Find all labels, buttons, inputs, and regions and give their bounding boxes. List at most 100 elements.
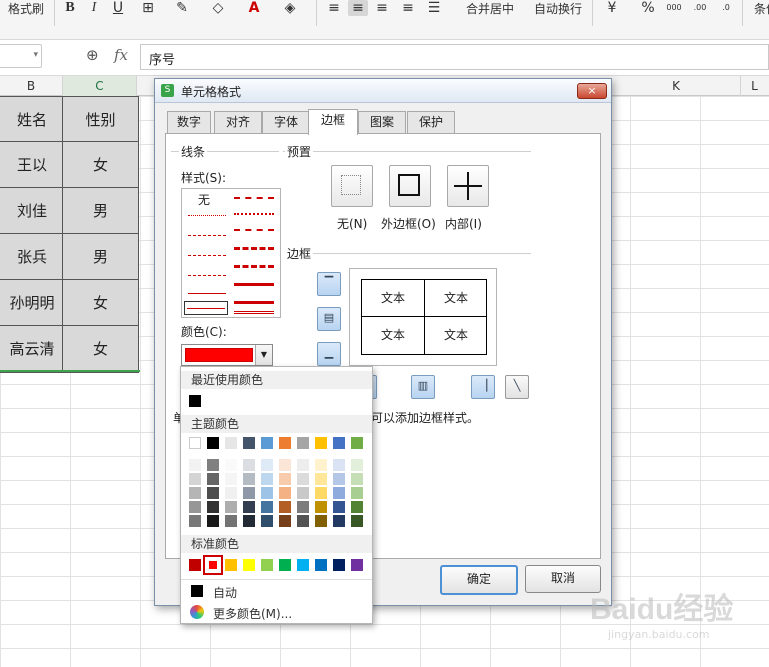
distributed-align-icon[interactable]: ☰: [424, 0, 444, 16]
theme-shade-swatch[interactable]: [243, 459, 255, 471]
theme-shade-swatch[interactable]: [351, 473, 363, 485]
line-style-none[interactable]: 无: [198, 191, 210, 208]
line-style-option[interactable]: [188, 215, 226, 216]
theme-shade-swatch[interactable]: [189, 473, 201, 485]
theme-color-swatch[interactable]: [297, 437, 309, 449]
tab-number[interactable]: 数字: [167, 111, 211, 134]
theme-shade-swatch[interactable]: [333, 501, 345, 513]
theme-color-swatch[interactable]: [261, 437, 273, 449]
theme-shade-swatch[interactable]: [261, 501, 273, 513]
formula-input[interactable]: 序号: [140, 44, 769, 70]
theme-shade-swatch[interactable]: [297, 473, 309, 485]
italic-icon[interactable]: I: [84, 0, 104, 16]
more-colors-option[interactable]: 更多颜色(M)...: [213, 605, 292, 622]
theme-shade-swatch[interactable]: [297, 515, 309, 527]
align-left-icon[interactable]: ≡: [324, 0, 344, 16]
column-header-b[interactable]: B: [0, 76, 63, 96]
column-header-c[interactable]: C: [63, 76, 137, 96]
theme-shade-swatch[interactable]: [207, 515, 219, 527]
theme-color-swatch[interactable]: [333, 437, 345, 449]
theme-shade-swatch[interactable]: [261, 473, 273, 485]
line-style-option[interactable]: [188, 255, 226, 256]
tab-border[interactable]: 边框: [308, 109, 358, 135]
table-header-cell[interactable]: 姓名: [0, 96, 65, 144]
table-cell[interactable]: 刘佳: [0, 187, 65, 236]
line-style-list[interactable]: 无: [181, 188, 281, 318]
thousands-icon[interactable]: 000: [664, 0, 684, 16]
line-style-option[interactable]: [234, 247, 274, 250]
standard-color-swatch[interactable]: [297, 559, 309, 571]
standard-color-swatch[interactable]: [351, 559, 363, 571]
table-cell[interactable]: 女: [62, 279, 139, 328]
table-cell[interactable]: 男: [62, 233, 139, 282]
theme-shade-swatch[interactable]: [279, 459, 291, 471]
standard-color-swatch[interactable]: [333, 559, 345, 571]
theme-shade-swatch[interactable]: [333, 515, 345, 527]
theme-shade-swatch[interactable]: [351, 501, 363, 513]
preset-none-button[interactable]: [331, 165, 373, 207]
column-header-l[interactable]: L: [740, 76, 769, 96]
line-style-option[interactable]: [188, 275, 226, 276]
border-right-button[interactable]: ▕: [471, 375, 495, 399]
recent-color-swatch[interactable]: [189, 395, 201, 407]
theme-shade-swatch[interactable]: [243, 473, 255, 485]
table-cell[interactable]: 男: [62, 187, 139, 236]
theme-shade-swatch[interactable]: [207, 487, 219, 499]
border-top-button[interactable]: ▔: [317, 272, 341, 296]
preset-outline-button[interactable]: [389, 165, 431, 207]
ok-button[interactable]: 确定: [440, 565, 518, 595]
increase-decimal-icon[interactable]: .00: [690, 0, 710, 16]
tab-pattern[interactable]: 图案: [358, 111, 406, 134]
theme-shade-swatch[interactable]: [243, 501, 255, 513]
name-box[interactable]: ▾: [0, 44, 42, 68]
standard-color-swatch[interactable]: [189, 559, 201, 571]
theme-shade-swatch[interactable]: [261, 487, 273, 499]
line-style-option[interactable]: [234, 197, 274, 199]
theme-shade-swatch[interactable]: [351, 459, 363, 471]
line-style-option[interactable]: [188, 235, 226, 236]
align-right-icon[interactable]: ≡: [372, 0, 392, 16]
theme-shade-swatch[interactable]: [225, 473, 237, 485]
line-style-option[interactable]: [187, 308, 225, 309]
standard-color-swatch[interactable]: [203, 555, 223, 575]
highlight-icon[interactable]: ◇: [208, 0, 228, 16]
line-style-option[interactable]: [234, 229, 274, 231]
border-bottom-button[interactable]: ▁: [317, 342, 341, 366]
merge-center-button[interactable]: 合并居中: [466, 0, 514, 17]
theme-shade-swatch[interactable]: [297, 487, 309, 499]
line-style-option[interactable]: [234, 283, 274, 286]
theme-shade-swatch[interactable]: [261, 515, 273, 527]
color-picker[interactable]: ▼: [181, 344, 273, 366]
theme-shade-swatch[interactable]: [333, 459, 345, 471]
decrease-decimal-icon[interactable]: .0: [716, 0, 736, 16]
theme-color-swatch[interactable]: [315, 437, 327, 449]
align-center-icon[interactable]: ≡: [348, 0, 368, 16]
theme-shade-swatch[interactable]: [279, 487, 291, 499]
currency-icon[interactable]: ¥: [602, 0, 622, 16]
border-diagonal-button[interactable]: ╲: [505, 375, 529, 399]
theme-shade-swatch[interactable]: [189, 459, 201, 471]
table-cell[interactable]: 女: [62, 325, 139, 373]
fill-color-icon[interactable]: ✎: [172, 0, 192, 16]
theme-shade-swatch[interactable]: [207, 501, 219, 513]
table-cell[interactable]: 孙明明: [0, 279, 65, 328]
font-color-icon[interactable]: A: [244, 0, 264, 16]
standard-color-swatch[interactable]: [315, 559, 327, 571]
theme-shade-swatch[interactable]: [315, 515, 327, 527]
percent-icon[interactable]: %: [638, 0, 658, 16]
tab-font[interactable]: 字体: [262, 111, 310, 134]
theme-color-swatch[interactable]: [243, 437, 255, 449]
theme-shade-swatch[interactable]: [243, 487, 255, 499]
theme-shade-swatch[interactable]: [333, 487, 345, 499]
border-icon[interactable]: ⊞: [138, 0, 158, 16]
theme-shade-swatch[interactable]: [297, 459, 309, 471]
standard-color-swatch[interactable]: [243, 559, 255, 571]
border-preview[interactable]: 文本 文本 文本 文本: [349, 268, 497, 366]
theme-shade-swatch[interactable]: [315, 459, 327, 471]
theme-shade-swatch[interactable]: [189, 515, 201, 527]
line-style-option[interactable]: [234, 265, 274, 268]
theme-shade-swatch[interactable]: [189, 487, 201, 499]
theme-shade-swatch[interactable]: [243, 515, 255, 527]
justify-icon[interactable]: ≡: [398, 0, 418, 16]
theme-shade-swatch[interactable]: [225, 501, 237, 513]
